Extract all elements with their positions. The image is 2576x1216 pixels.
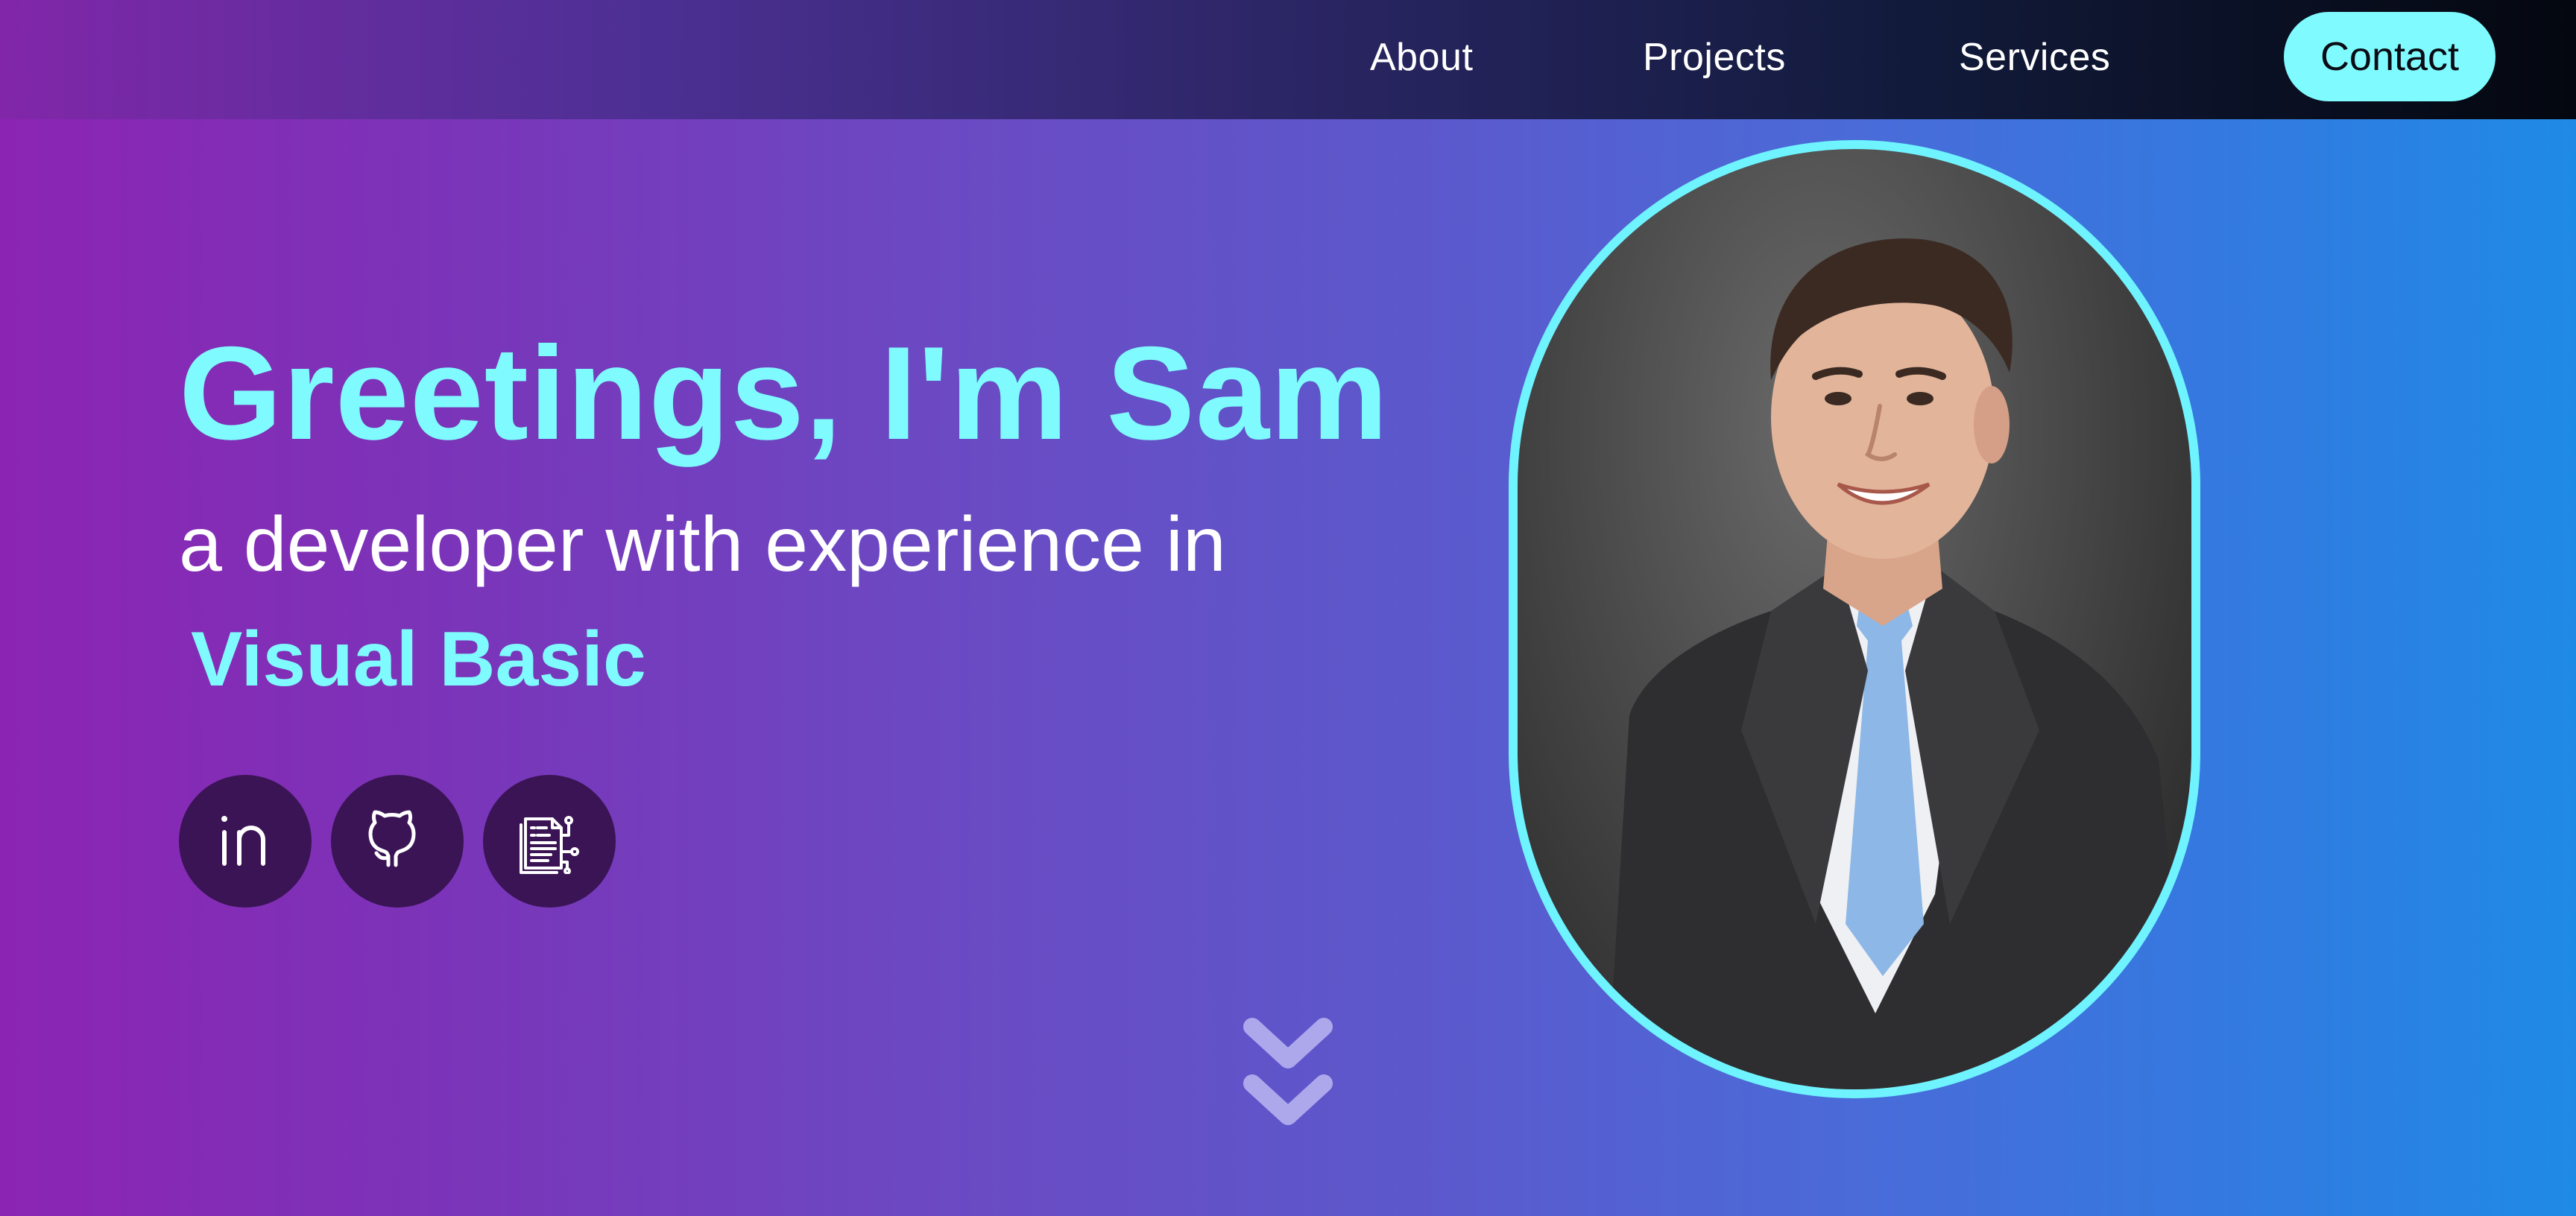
profile-photo xyxy=(1509,140,2200,1098)
page: About Projects Services Contact Greeting… xyxy=(0,0,2576,1216)
github-icon xyxy=(363,805,432,878)
resume-icon xyxy=(515,805,584,878)
hero-skill-text: Visual Basic xyxy=(191,616,646,703)
linkedin-button[interactable] xyxy=(179,775,312,908)
linkedin-icon xyxy=(211,805,280,878)
github-button[interactable] xyxy=(331,775,464,908)
hero-title: Greetings, I'm Sam xyxy=(179,319,1389,467)
nav-link-services[interactable]: Services xyxy=(1959,31,2110,83)
contact-button[interactable]: Contact xyxy=(2284,12,2496,101)
double-chevron-down-icon xyxy=(1237,1018,1339,1139)
nav-link-about[interactable]: About xyxy=(1370,31,1473,83)
hero-subtitle: a developer with experience in xyxy=(179,501,1226,588)
top-navbar: About Projects Services Contact xyxy=(0,0,2576,119)
resume-button[interactable] xyxy=(483,775,616,908)
scroll-down-button[interactable] xyxy=(1237,1004,1339,1136)
nav-link-projects[interactable]: Projects xyxy=(1643,31,1786,83)
